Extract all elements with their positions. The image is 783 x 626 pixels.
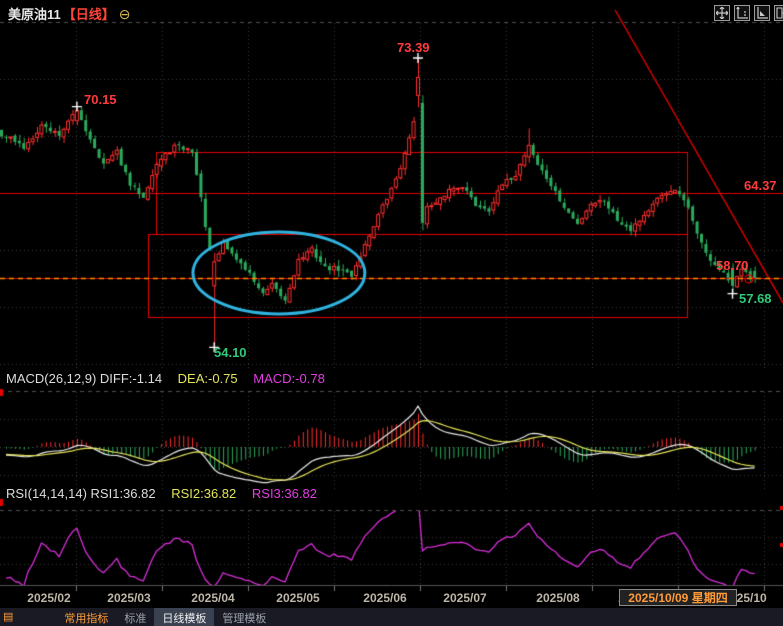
chart-title: 美原油11【日线】 ⊖ bbox=[8, 4, 131, 23]
bottom-tab-bar: ▤ 常用指标 标准 日线模板 管理模板 bbox=[0, 608, 783, 626]
tab-standard[interactable]: 标准 bbox=[116, 608, 154, 626]
restore-view-button[interactable] bbox=[774, 5, 783, 21]
chart-toolbar bbox=[714, 5, 783, 21]
tab-common-indicators[interactable]: 常用指标 bbox=[56, 608, 116, 626]
trading-app-window: { "titlebar": { "symbol": "美原油11", "peri… bbox=[0, 0, 783, 619]
symbol-name: 美原油11 bbox=[8, 7, 61, 22]
tab-bar-icon: ▤ bbox=[3, 610, 13, 623]
chart-canvas[interactable] bbox=[0, 0, 783, 619]
period-label: 【日线】 bbox=[63, 7, 115, 22]
pan-tool-button[interactable] bbox=[714, 5, 730, 21]
restore-icon bbox=[776, 7, 783, 19]
tab-manage-templates[interactable]: 管理模板 bbox=[214, 608, 274, 626]
x-axis-scale-icon bbox=[756, 7, 768, 19]
scale-x-axis-button[interactable] bbox=[754, 5, 770, 21]
scale-y-axis-button[interactable] bbox=[734, 5, 750, 21]
tab-daily-template[interactable]: 日线模板 bbox=[154, 608, 214, 626]
y-axis-scale-icon bbox=[736, 7, 748, 19]
zoom-out-icon[interactable]: ⊖ bbox=[119, 6, 131, 22]
pan-icon bbox=[716, 7, 728, 19]
crosshair-date-tooltip: 2025/10/09 星期四 bbox=[619, 589, 737, 606]
